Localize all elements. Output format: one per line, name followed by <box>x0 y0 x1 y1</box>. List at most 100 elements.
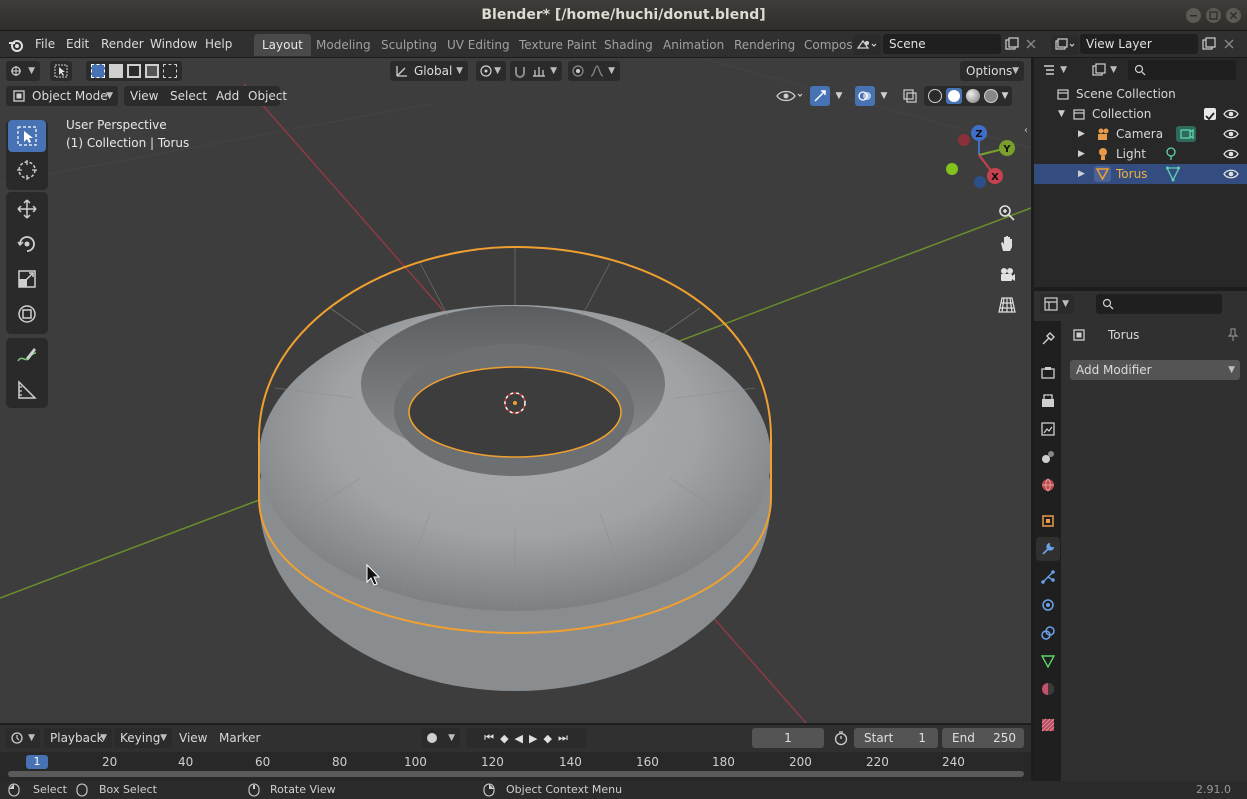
options-dropdown[interactable]: Options ▼ <box>960 61 1024 81</box>
auto-keying-dropdown[interactable]: ▼ <box>422 728 460 748</box>
tool-rotate[interactable] <box>8 228 46 260</box>
delete-view-layer-icon[interactable] <box>1220 35 1238 53</box>
solid-shading-icon[interactable] <box>945 88 962 104</box>
view-layer-selector-icon[interactable] <box>1051 35 1079 55</box>
properties-editor-type-dropdown[interactable]: ▼ <box>1040 294 1074 314</box>
3d-viewport[interactable]: ▼ Global ▼ ▼ ▼ ▼ Options ▼ Object Mode ▼ <box>0 58 1031 723</box>
camera-data-icon[interactable] <box>1176 126 1196 142</box>
outliner-item-torus[interactable]: ▶ Torus <box>1034 164 1247 184</box>
select-tool-icon[interactable] <box>50 61 72 81</box>
timeline-scrollbar[interactable] <box>8 771 1024 777</box>
zoom-icon[interactable] <box>995 201 1019 225</box>
tab-tool-icon[interactable] <box>1036 327 1060 351</box>
camera-visibility-eye-icon[interactable] <box>1223 128 1239 140</box>
timeline-editor-type-dropdown[interactable]: ▼ <box>6 728 40 748</box>
tab-constraints-icon[interactable] <box>1036 621 1060 645</box>
close-button[interactable] <box>1226 8 1241 23</box>
blender-logo-icon[interactable] <box>7 36 25 54</box>
playhead-frame-indicator[interactable]: 1 <box>26 755 48 769</box>
sidebar-toggle-icon[interactable]: ‹ <box>1022 124 1030 136</box>
delete-scene-icon[interactable] <box>1022 35 1040 53</box>
jump-to-end-icon[interactable]: ⏭ <box>558 731 568 745</box>
rendered-shading-icon[interactable] <box>983 89 998 103</box>
new-scene-icon[interactable] <box>1003 35 1021 53</box>
tab-output-icon[interactable] <box>1036 389 1060 413</box>
material-preview-shading-icon[interactable] <box>965 89 980 103</box>
editor-type-dropdown[interactable]: ▼ <box>6 61 40 81</box>
outliner-scene-collection[interactable]: Scene Collection <box>1034 84 1247 104</box>
timeline-view-menu[interactable]: View <box>179 731 207 745</box>
new-view-layer-icon[interactable] <box>1200 35 1218 53</box>
tab-texture-icon[interactable] <box>1036 713 1060 737</box>
tab-animation[interactable]: Animation <box>655 34 732 56</box>
tab-texture-paint[interactable]: Texture Paint <box>511 34 604 56</box>
outliner-item-camera[interactable]: ▶ Camera <box>1034 124 1247 144</box>
pivot-point-dropdown[interactable]: ▼ <box>476 61 506 81</box>
select-new-icon[interactable] <box>91 64 105 78</box>
tool-transform[interactable] <box>8 298 46 330</box>
properties-search-field[interactable] <box>1096 294 1222 314</box>
end-frame-field[interactable]: End 250 <box>942 728 1024 748</box>
visibility-selectability-icon[interactable] <box>774 87 806 105</box>
selection-mode-group[interactable] <box>86 61 182 81</box>
stopwatch-icon[interactable] <box>833 730 849 746</box>
playback-menu[interactable]: Playback ▼ <box>44 728 112 748</box>
tab-object-icon[interactable] <box>1036 509 1060 533</box>
scene-selector-icon[interactable] <box>853 35 881 55</box>
gizmo-options-chevron-icon[interactable]: ▼ <box>832 87 846 105</box>
jump-to-keyframe-prev-icon[interactable]: ◆ <box>500 732 508 745</box>
collection-exclude-checkbox[interactable] <box>1204 108 1216 121</box>
mesh-data-icon[interactable] <box>1166 166 1180 182</box>
tool-select-box[interactable] <box>8 120 46 152</box>
tab-scene-icon[interactable] <box>1036 445 1060 469</box>
tab-particles-icon[interactable] <box>1036 565 1060 589</box>
tab-modeling[interactable]: Modeling <box>308 34 379 56</box>
outliner-search-field[interactable] <box>1128 60 1236 80</box>
tab-shading[interactable]: Shading <box>596 34 661 56</box>
display-mode-dropdown[interactable]: ▼ <box>1088 60 1122 80</box>
wireframe-shading-icon[interactable] <box>927 89 942 103</box>
keying-menu[interactable]: Keying ▼ <box>114 728 172 748</box>
viewport-menu-object[interactable]: Object <box>248 86 287 106</box>
tab-compositing[interactable]: Compos <box>796 34 861 56</box>
tab-layout[interactable]: Layout <box>254 34 311 56</box>
navigation-gizmo[interactable]: Z Y X <box>938 120 1022 196</box>
tab-material-icon[interactable] <box>1036 677 1060 701</box>
shading-options-chevron-icon[interactable]: ▼ <box>1002 91 1009 101</box>
light-visibility-eye-icon[interactable] <box>1223 148 1239 160</box>
torus-expand-chevron-right-icon[interactable]: ▶ <box>1078 164 1085 184</box>
proportional-editing-dropdown[interactable]: ▼ <box>568 61 620 81</box>
current-frame-field[interactable]: 1 <box>752 728 824 748</box>
play-icon[interactable]: ▶ <box>529 732 537 745</box>
light-data-icon[interactable] <box>1164 146 1178 162</box>
transform-orientation-dropdown[interactable]: Global ▼ <box>390 61 468 81</box>
collection-visibility-eye-icon[interactable] <box>1223 108 1239 120</box>
viewport-menu-add[interactable]: Add <box>216 86 239 106</box>
xray-toggle-icon[interactable] <box>900 86 920 106</box>
collection-expand-chevron-down-icon[interactable]: ▼ <box>1058 104 1065 124</box>
tab-object-data-icon[interactable] <box>1036 649 1060 673</box>
select-intersect-icon[interactable] <box>163 64 177 78</box>
pin-icon[interactable] <box>1226 328 1240 342</box>
viewport-menu-view[interactable]: View <box>130 86 158 106</box>
tool-move[interactable] <box>8 193 46 225</box>
menu-window[interactable]: Window <box>150 37 197 51</box>
view-layer-name-field[interactable]: View Layer <box>1080 34 1198 54</box>
select-extend-icon[interactable] <box>109 64 123 78</box>
add-modifier-dropdown[interactable]: Add Modifier ▼ <box>1070 360 1240 380</box>
show-overlays-icon[interactable] <box>855 86 875 106</box>
menu-render[interactable]: Render <box>101 37 144 51</box>
pan-hand-icon[interactable] <box>995 231 1019 255</box>
outliner-editor-type-dropdown[interactable]: ▼ <box>1038 60 1072 80</box>
tool-annotate[interactable] <box>8 339 46 371</box>
tab-sculpting[interactable]: Sculpting <box>373 34 445 56</box>
tool-cursor[interactable] <box>8 154 46 186</box>
select-subtract-icon[interactable] <box>127 64 141 78</box>
tab-modifiers-wrench-icon[interactable] <box>1036 537 1060 561</box>
timeline-marker-menu[interactable]: Marker <box>219 731 260 745</box>
tab-rendering[interactable]: Rendering <box>726 34 803 56</box>
tab-world-icon[interactable] <box>1036 473 1060 497</box>
menu-edit[interactable]: Edit <box>66 37 89 51</box>
maximize-button[interactable] <box>1206 8 1221 23</box>
tab-render-icon[interactable] <box>1036 361 1060 385</box>
